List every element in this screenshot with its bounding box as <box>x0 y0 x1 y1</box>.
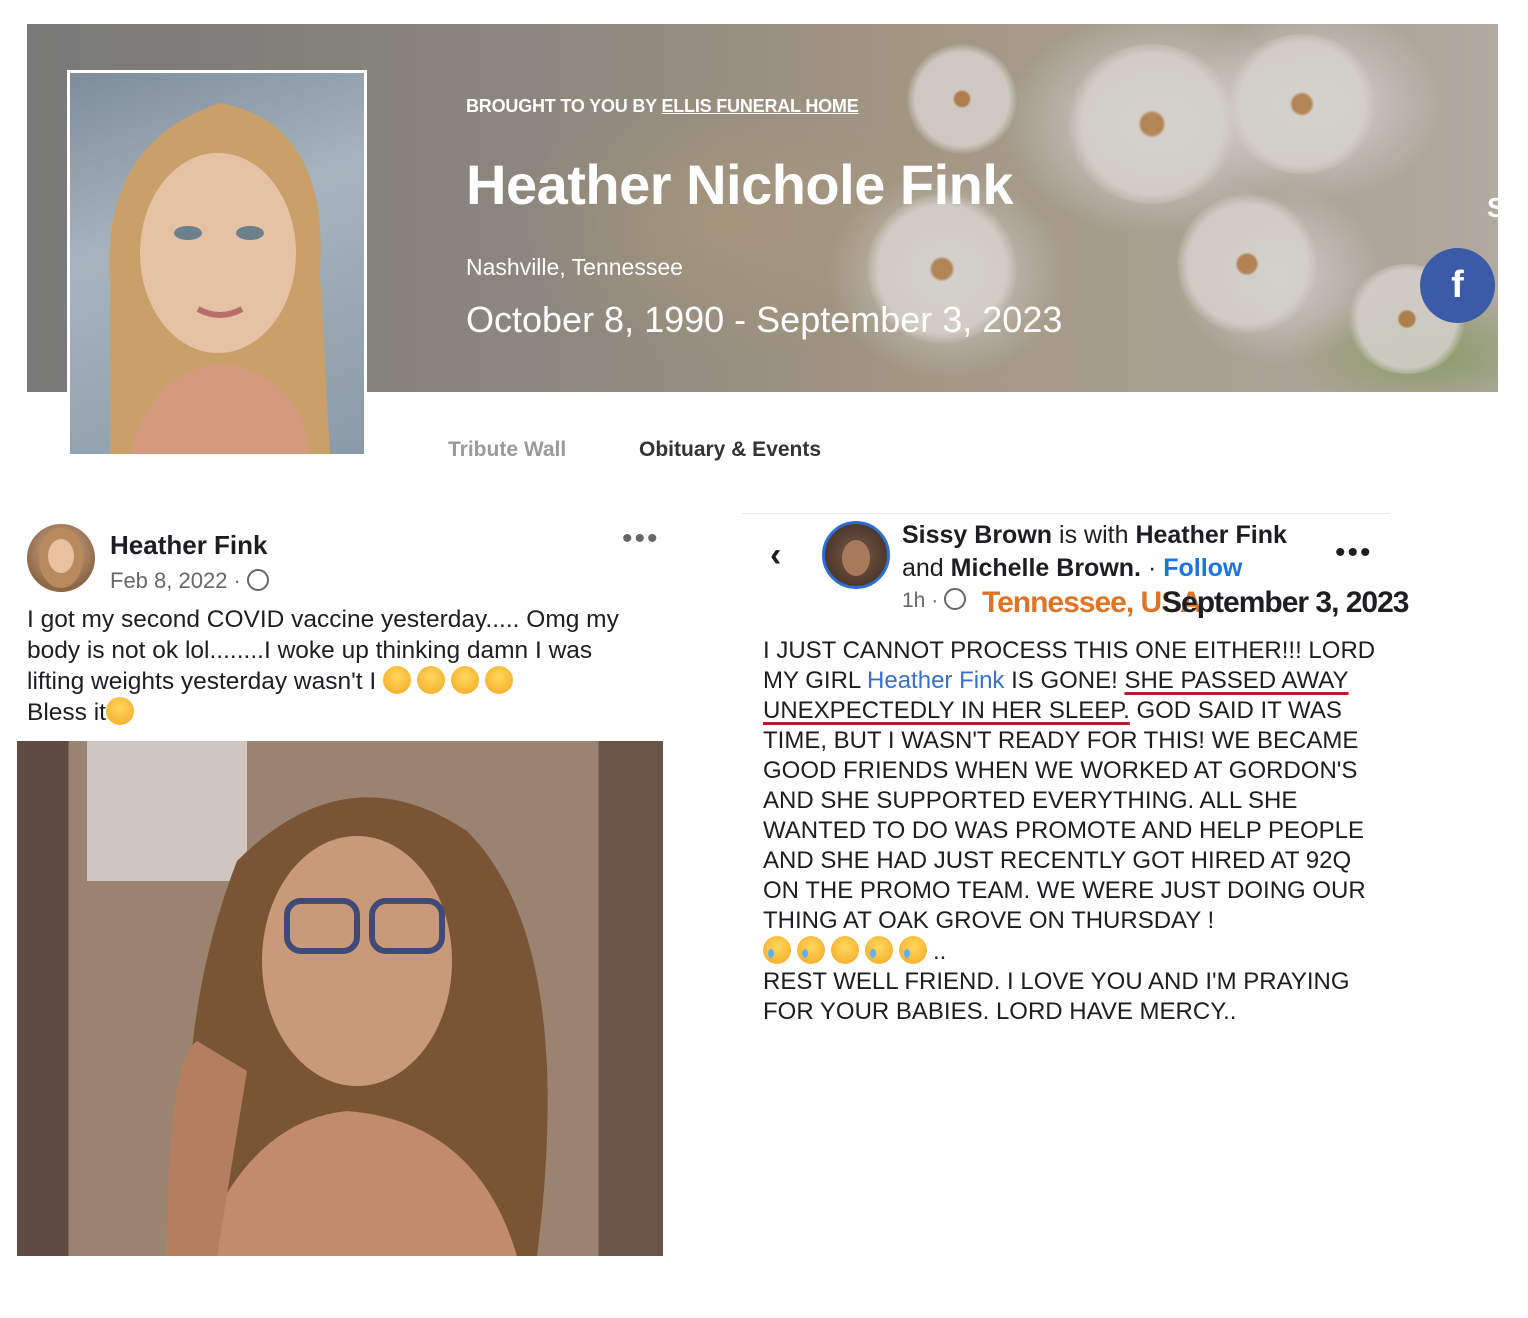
unamused-emoji-icon <box>105 697 134 725</box>
sad-emoji-icon <box>831 936 859 964</box>
post-text: I got my second COVID vaccine yesterday.… <box>27 604 647 728</box>
tagged-user-link[interactable]: Heather Fink <box>867 667 1004 694</box>
tagged-user-1[interactable]: Heather Fink <box>1135 521 1286 549</box>
funeral-home-link[interactable]: ELLIS FUNERAL HOME <box>661 96 858 116</box>
deceased-portrait <box>67 70 367 457</box>
post-text: I JUST CANNOT PROCESS THIS ONE EITHER!!!… <box>763 636 1383 1027</box>
post-meta: 1h · <box>902 588 967 613</box>
tagged-user-2[interactable]: Michelle Brown. <box>951 554 1141 582</box>
joy-emoji-icon <box>383 666 412 694</box>
cropped-share-label: S <box>1487 192 1498 223</box>
more-options-button[interactable]: ••• <box>622 522 660 556</box>
globe-icon <box>944 588 967 610</box>
tab-tribute-wall[interactable]: Tribute Wall <box>448 438 566 462</box>
selfie-image <box>87 741 548 1256</box>
post-author-name[interactable]: Heather Fink <box>110 530 268 561</box>
sobbing-emoji-icon <box>899 936 927 964</box>
with-text: is with <box>1059 521 1129 549</box>
brought-by-line: BROUGHT TO YOU BY ELLIS FUNERAL HOME <box>466 96 859 117</box>
crying-emoji-icon <box>797 936 825 964</box>
facebook-share-button[interactable]: f <box>1420 248 1495 323</box>
tab-obituary-events[interactable]: Obituary & Events <box>639 438 821 462</box>
follow-button[interactable]: Follow <box>1163 554 1242 582</box>
post-author-name[interactable]: Sissy Brown <box>902 521 1052 549</box>
post-text-body: I got my second COVID vaccine yesterday.… <box>27 606 619 695</box>
author-avatar[interactable] <box>27 524 95 592</box>
deceased-name: Heather Nichole Fink <box>466 153 1014 216</box>
portrait-photo <box>109 103 330 454</box>
weary-emoji-icon <box>417 666 446 694</box>
separator-dot: · <box>1147 554 1157 582</box>
avatar-photo <box>842 540 870 576</box>
post-date-text: Feb 8, 2022 · <box>110 568 241 593</box>
post-divider <box>742 513 1390 514</box>
brought-by-label: BROUGHT TO YOU BY <box>466 96 657 116</box>
annotation-date: September 3, 2023 <box>1162 586 1409 619</box>
crying-emoji-icon <box>763 936 791 964</box>
life-dates: October 8, 1990 - September 3, 2023 <box>466 299 1063 340</box>
globe-icon <box>247 569 269 591</box>
post-photo[interactable] <box>17 741 663 1256</box>
and-text: and <box>902 554 944 582</box>
post-text-tail: Bless it <box>27 699 106 726</box>
emoji-trailing-dots: .. <box>933 938 947 965</box>
facebook-icon: f <box>1451 264 1464 306</box>
post-date: Feb 8, 2022 · <box>110 568 269 594</box>
avatar-photo <box>39 528 83 588</box>
author-avatar-story[interactable] <box>822 521 890 589</box>
post-time: 1h · <box>902 589 939 612</box>
back-chevron-icon[interactable]: ‹ <box>770 536 781 575</box>
deceased-location: Nashville, Tennessee <box>466 254 683 280</box>
post-text-part-4: REST WELL FRIEND. I LOVE YOU AND I'M PRA… <box>763 968 1350 1025</box>
post-header: Sissy Brown is with Heather Fink and Mic… <box>902 519 1322 585</box>
more-options-button[interactable]: ••• <box>1335 536 1373 570</box>
weary-emoji-icon <box>451 666 480 694</box>
sobbing-emoji-icon <box>865 936 893 964</box>
weary-emoji-icon <box>485 666 514 694</box>
post-text-part-3: GOD SAID IT WAS TIME, BUT I WASN'T READY… <box>763 697 1366 934</box>
post-text-part-2: IS GONE! <box>1011 667 1118 694</box>
